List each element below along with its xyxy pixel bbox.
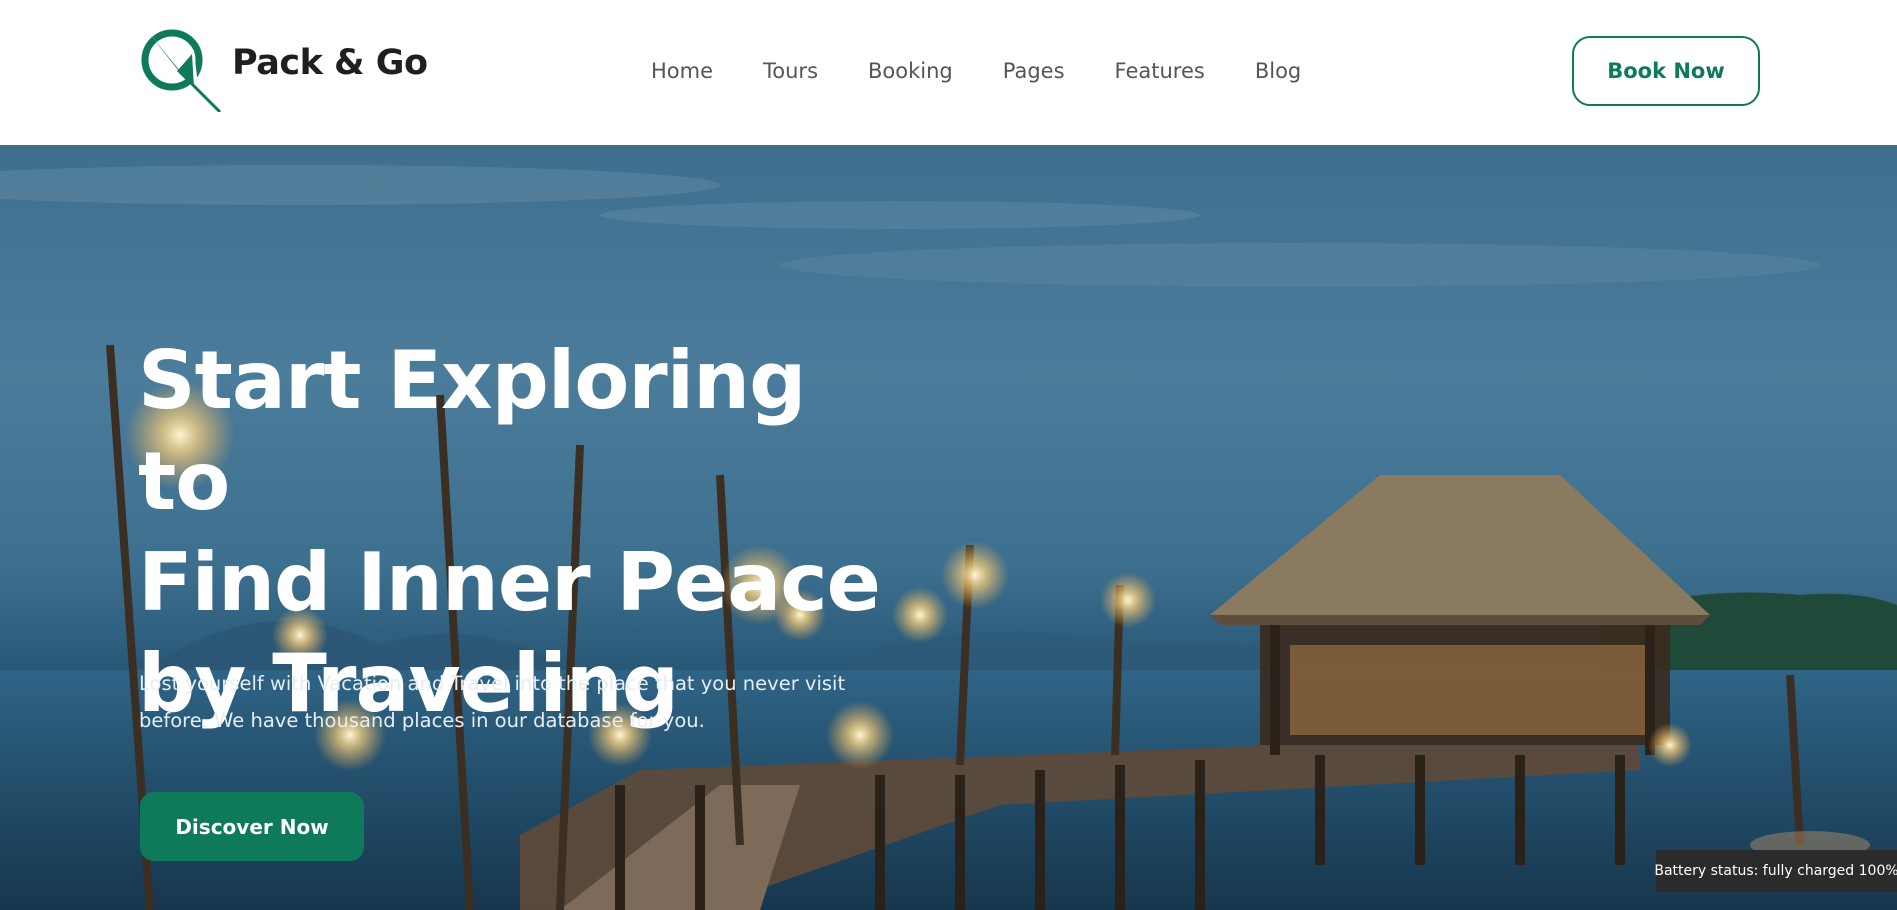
nav-item-booking[interactable]: Booking [868,59,953,83]
nav-item-home[interactable]: Home [651,59,713,83]
nav-item-blog[interactable]: Blog [1255,59,1301,83]
discover-now-button[interactable]: Discover Now [140,792,364,861]
hero-description: Lost yourself with Vacation and Travel i… [139,672,846,732]
nav-item-pages[interactable]: Pages [1003,59,1065,83]
nav-item-tours[interactable]: Tours [763,59,818,83]
hero-title-line-1: Start Exploring to [138,334,806,528]
hero-title-line-2: Find Inner Peace [138,536,881,629]
main-nav: Home Tours Booking Pages Features Blog [651,55,1301,87]
brand-name: Pack & Go [232,43,428,83]
battery-status-tooltip: Battery status: fully charged 100% [1654,850,1897,892]
compass-arrow-logo-icon [141,28,222,112]
book-now-button[interactable]: Book Now [1572,36,1760,106]
brand-logo[interactable]: Pack & Go [138,26,428,112]
nav-item-features[interactable]: Features [1115,59,1205,83]
site-header: Pack & Go Home Tours Booking Pages Featu… [0,0,1897,145]
hero-section: Start Exploring to Find Inner Peace by T… [0,145,1897,910]
